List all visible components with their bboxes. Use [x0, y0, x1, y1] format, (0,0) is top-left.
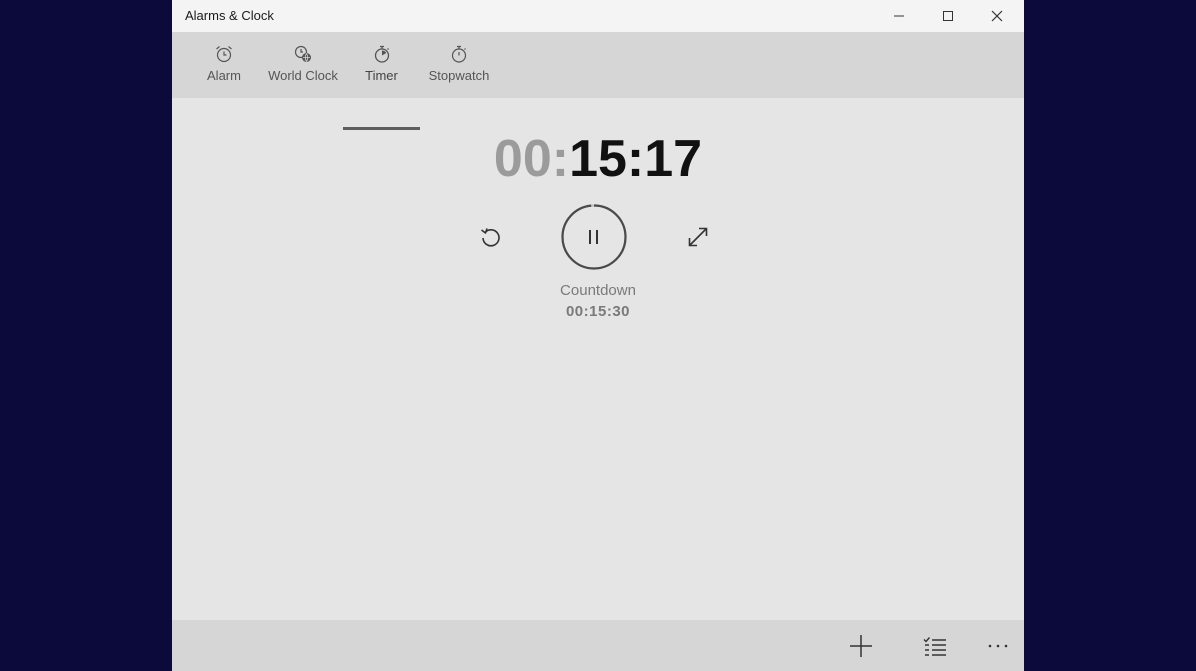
reset-icon — [481, 228, 500, 247]
alarms-clock-window: Alarms & Clock Alarm World Clock Timer S… — [172, 0, 1024, 671]
pause-icon — [589, 230, 598, 244]
reset-button[interactable] — [475, 221, 507, 253]
expand-button[interactable] — [682, 221, 714, 253]
tab-world-clock-label: World Clock — [268, 68, 338, 83]
tab-timer[interactable]: Timer — [343, 32, 420, 98]
timer-name-label: Countdown — [560, 282, 636, 299]
tab-alarm[interactable]: Alarm — [200, 32, 248, 98]
tab-alarm-label: Alarm — [207, 68, 241, 83]
alarm-clock-icon — [216, 46, 232, 63]
tab-bar: Alarm World Clock Timer Stopwatch — [172, 32, 1024, 130]
timer-icon — [374, 45, 389, 63]
title-bar: Alarms & Clock — [172, 0, 1024, 32]
select-timers-button[interactable] — [915, 628, 955, 664]
timer-separator-1: : — [551, 130, 570, 188]
timer-separator-2: : — [626, 130, 645, 188]
tab-timer-label: Timer — [365, 68, 398, 83]
expand-icon — [688, 227, 708, 247]
close-icon — [991, 10, 1003, 22]
timer-minutes: 15 — [569, 130, 627, 188]
maximize-button[interactable] — [924, 0, 972, 32]
timer-seconds: 17 — [644, 130, 703, 188]
timer-progress-ring — [561, 204, 627, 270]
tab-world-clock[interactable]: World Clock — [264, 32, 342, 98]
minimize-button[interactable] — [875, 0, 923, 32]
plus-icon — [850, 635, 872, 657]
maximize-icon — [943, 11, 953, 21]
add-timer-button[interactable] — [841, 628, 881, 664]
command-bar — [172, 620, 1024, 671]
more-options-button[interactable] — [978, 628, 1018, 664]
more-icon — [988, 644, 1008, 648]
timer-time-display: 00:15:17 — [172, 128, 1024, 190]
timer-hours: 00 — [493, 130, 552, 188]
progress-ring-arc — [561, 204, 627, 270]
tab-stopwatch[interactable]: Stopwatch — [425, 32, 493, 98]
app-title: Alarms & Clock — [185, 8, 274, 23]
tab-stopwatch-label: Stopwatch — [428, 68, 490, 83]
minimize-icon — [894, 15, 904, 17]
world-clock-icon — [294, 45, 311, 62]
multiselect-icon — [923, 637, 946, 656]
stopwatch-icon — [451, 45, 467, 63]
pause-button[interactable] — [560, 203, 628, 271]
timer-duration-label: 00:15:30 — [565, 303, 631, 320]
close-button[interactable] — [973, 0, 1021, 32]
